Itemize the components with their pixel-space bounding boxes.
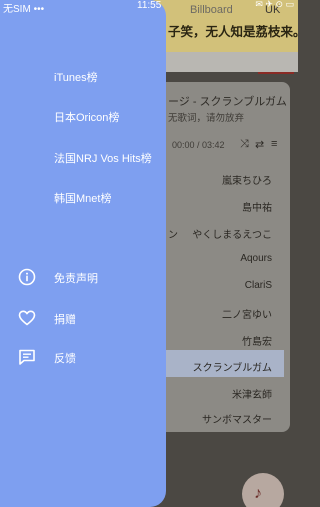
drawer-item-label: 免责声明 — [54, 273, 98, 285]
music-note-icon: ♪ — [254, 485, 262, 502]
now-playing-title: ージ - スクランブルガム — [168, 96, 287, 108]
signal-dots: ••• — [33, 4, 45, 15]
now-playing-subtitle: 无歌词，请勿放弃 — [168, 113, 245, 124]
drawer-item-nrj[interactable]: 法国NRJ Vos Hits榜 — [54, 150, 152, 166]
status-icons: ✉ ✈ ⊙ ▭ — [255, 0, 294, 9]
info-icon — [18, 268, 36, 286]
playlist-icon[interactable]: ≡ — [271, 138, 277, 150]
artist-row-fragment: ン — [168, 230, 178, 241]
drawer-item-feedback[interactable]: 反馈 — [0, 344, 166, 370]
shuffle-icon[interactable]: ⤨ — [240, 138, 249, 151]
drawer-item-mnet[interactable]: 韩国Mnet榜 — [54, 190, 111, 206]
carrier-text: 无SIM — [3, 4, 31, 15]
drawer-item-donate[interactable]: 捐赠 — [0, 305, 166, 331]
artist-row[interactable]: 米津玄師 — [232, 386, 272, 401]
artist-row[interactable]: 二ノ宮ゆい — [222, 306, 272, 321]
artist-row[interactable]: 嵐束ちひろ — [222, 172, 272, 187]
tab-active-indicator — [258, 72, 294, 74]
heart-icon — [18, 310, 36, 326]
feedback-icon — [19, 349, 35, 365]
drawer-item-oricon[interactable]: 日本Oricon榜 — [54, 109, 119, 125]
artist-row[interactable]: スクランブルガム — [193, 359, 272, 374]
artist-row[interactable]: 竹島宏 — [242, 333, 272, 348]
drawer-item-label: 反馈 — [54, 353, 76, 365]
artist-row[interactable]: ClariS — [245, 280, 272, 291]
drawer-item-itunes[interactable]: iTunes榜 — [54, 69, 98, 85]
artist-row[interactable]: やくしまるえつこ — [192, 226, 272, 241]
navigation-drawer: iTunes榜 日本Oricon榜 法国NRJ Vos Hits榜 韩国Mnet… — [0, 0, 166, 507]
drawer-item-disclaimer[interactable]: 免责声明 — [0, 264, 166, 290]
artist-row[interactable]: Aqours — [240, 253, 272, 264]
status-bar: 无SIM ••• 11:55 ✉ ✈ ⊙ ▭ — [0, 0, 298, 15]
artist-row[interactable]: サンボマスター — [202, 411, 272, 426]
repeat-icon[interactable]: ⇄ — [255, 138, 264, 151]
artist-row[interactable]: 島中祐 — [242, 199, 272, 214]
carrier-label: 无SIM ••• — [3, 0, 44, 15]
play-fab[interactable] — [242, 473, 284, 507]
playback-time: 00:00 / 03:42 — [172, 140, 225, 150]
lyrics-banner-text: 子笑，无人知是荔枝来。 — [168, 25, 298, 39]
drawer-item-label: 捐赠 — [54, 314, 76, 326]
clock: 11:55 — [137, 0, 162, 11]
